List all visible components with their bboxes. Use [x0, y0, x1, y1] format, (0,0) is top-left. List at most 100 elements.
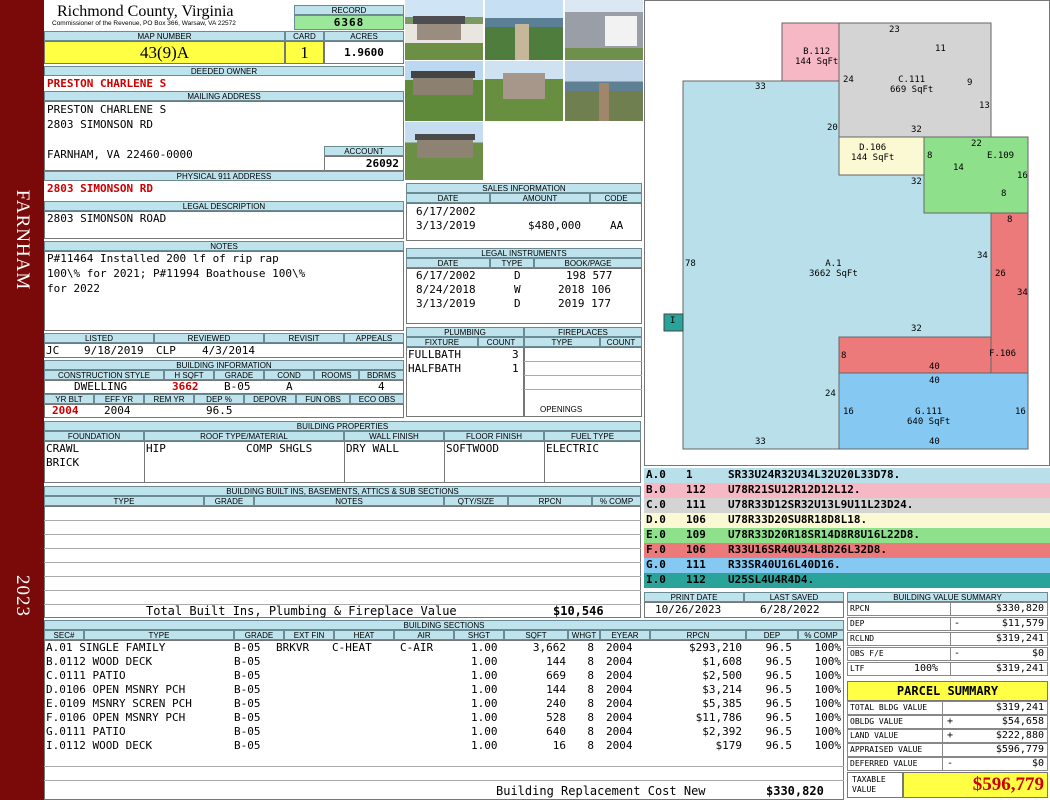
- replacement-cost: $330,820: [766, 784, 824, 798]
- builtins-total: $10,546: [553, 604, 604, 618]
- sketch-panel: B.112 144 SqFt C.111 669 SqFt D.106 144 SqF…: [644, 0, 1050, 466]
- legend-row: C.0 111 U78R33D12SR32U13L9U11L23D24.: [644, 498, 1050, 513]
- fuel-type-header: FUEL TYPE: [544, 431, 641, 441]
- section-type: 106 OPEN MSNRY PCH: [66, 711, 186, 724]
- reviewed-by: CLP: [156, 344, 176, 357]
- dim-label: 32: [911, 125, 922, 135]
- listed-by: JC: [46, 344, 60, 357]
- effective-year: 2004: [104, 404, 131, 417]
- floor-finish-header: FLOOR FINISH: [444, 431, 544, 441]
- sections-header: SEC# TYPE GRADE EXT FIN HEAT AIR SHGT SQ…: [44, 630, 844, 640]
- section-sqft: 528: [546, 711, 566, 724]
- sale-date: 3/13/2019: [416, 219, 476, 232]
- property-photo-3[interactable]: [565, 0, 643, 60]
- construction-style-header: CONSTRUCTION STYLE: [44, 370, 164, 380]
- section-sec: A.0: [46, 641, 66, 654]
- legend-row: G.0 111 R33SR40U16L40D16.: [644, 558, 1050, 573]
- section-dep: 96.5: [765, 641, 793, 654]
- bvs-label: BUILDING VALUE SUMMARY: [847, 592, 1048, 602]
- fixture-count: 3: [512, 348, 519, 361]
- dim-label: 8: [1007, 215, 1013, 225]
- section-whgt: 8: [587, 641, 594, 654]
- sketch-legend: A.0 1 SR33U24R32U34L32U20L33D78. B.0 112 U78…: [644, 468, 1050, 588]
- grade: B-05: [224, 380, 251, 393]
- section-rpcn: $2,392: [702, 725, 742, 738]
- depovr-header: DEPOVR: [244, 394, 296, 404]
- mailing-line-4: FARNHAM, VA 22460-0000: [47, 148, 193, 161]
- sketch-label-a: A.1 3662 SqFt: [809, 259, 858, 279]
- section-comp: 100%: [814, 641, 842, 654]
- bvs-value: $319,241: [995, 633, 1044, 644]
- property-photo-5[interactable]: [485, 61, 563, 121]
- fireplace-type-header: TYPE: [524, 337, 600, 347]
- building-sketch: [663, 22, 1029, 450]
- map-number-label: MAP NUMBER: [44, 31, 285, 41]
- section-eyear: 2004: [606, 669, 633, 682]
- property-photo-2[interactable]: [485, 0, 563, 60]
- roof-header: ROOF TYPE/MATERIAL: [144, 431, 344, 441]
- section-rpcn: $1,608: [702, 655, 742, 668]
- bvs-row: RCLND $319,241: [847, 632, 1048, 646]
- instrument-book: 2018 106: [558, 283, 611, 296]
- acres-value: 1.9600: [324, 41, 404, 64]
- section-whgt: 8: [587, 697, 594, 710]
- sales-code-header: CODE: [590, 193, 642, 203]
- section-sec: C.0: [46, 669, 66, 682]
- section-eyear: 2004: [606, 697, 633, 710]
- section-shgt: 1.00: [471, 725, 498, 738]
- section-sqft: 3,662: [532, 641, 566, 654]
- section-grade: B-05: [234, 697, 261, 710]
- fixture-count: 1: [512, 362, 519, 375]
- dim-label: 20: [827, 123, 838, 133]
- instrument-book: 198 577: [566, 269, 613, 282]
- deeded-owner-label: DEEDED OWNER: [44, 66, 404, 76]
- dim-label: 26: [995, 269, 1006, 279]
- instrument-date: 8/24/2018: [416, 283, 476, 296]
- bvs-sign: -: [954, 618, 961, 629]
- legend-row: F.0 106 R33U16SR40U34L8D26L32D8.: [644, 543, 1050, 558]
- section-shgt: 1.00: [471, 683, 498, 696]
- section-comp: 100%: [814, 697, 842, 710]
- district-sidebar: FARNHAM 2023: [0, 0, 44, 800]
- bvs-key: RCLND: [850, 634, 875, 643]
- wall-finish-header: WALL FINISH: [344, 431, 444, 441]
- sale-code: AA: [610, 219, 624, 232]
- account-number: 26092: [324, 156, 404, 171]
- dim-label: 16: [1017, 171, 1028, 181]
- mailing-line-1: PRESTON CHARLENE S: [47, 103, 167, 116]
- parcel-value: $54,658: [1001, 716, 1044, 727]
- legend-row: A.0 1 SR33U24R32U34L32U20L33D78.: [644, 468, 1050, 483]
- sketch-label-c: C.111 669 SqFt: [890, 75, 934, 95]
- replacement-cost-label: Building Replacement Cost New: [496, 784, 706, 798]
- print-date: 10/26/2023: [655, 603, 722, 616]
- section-shgt: 1.00: [471, 669, 498, 682]
- property-photo-1[interactable]: [405, 0, 483, 60]
- cond-header: COND: [264, 370, 314, 380]
- bvs-row: LTF 100% $319,241: [847, 662, 1048, 676]
- sale-amount: $480,000: [528, 219, 581, 232]
- tax-year: 2023: [12, 575, 33, 617]
- section-sqft: 144: [546, 655, 566, 668]
- property-photo-6[interactable]: [565, 61, 643, 121]
- section-comp: 100%: [814, 725, 842, 738]
- dim-label: 16: [1015, 407, 1026, 417]
- district-name: FARNHAM: [12, 189, 33, 291]
- section-comp: 100%: [814, 739, 842, 752]
- dim-label: 8: [927, 151, 933, 161]
- yr-blt-header: YR BLT: [44, 394, 94, 404]
- builtins-notes-header: NOTES: [254, 496, 444, 506]
- section-shgt: 1.00: [471, 641, 498, 654]
- property-photo-7[interactable]: [405, 122, 483, 180]
- rooms-header: ROOMS: [314, 370, 359, 380]
- section-eyear: 2004: [606, 711, 633, 724]
- section-eyear: 2004: [606, 641, 633, 654]
- foundation-header: FOUNDATION: [44, 431, 144, 441]
- commissioner-address: Commissioner of the Revenue, PO Box 366,…: [52, 20, 236, 27]
- property-photo-4[interactable]: [405, 61, 483, 121]
- sales-date-header: DATE: [406, 193, 490, 203]
- bvs-row: OBS F/E - $0: [847, 647, 1048, 661]
- section-dep: 96.5: [765, 711, 793, 724]
- legend-row: B.0 112 U78R21SU12R12D12L12.: [644, 483, 1050, 498]
- bvs-sign: -: [954, 648, 961, 659]
- section-eyear: 2004: [606, 683, 633, 696]
